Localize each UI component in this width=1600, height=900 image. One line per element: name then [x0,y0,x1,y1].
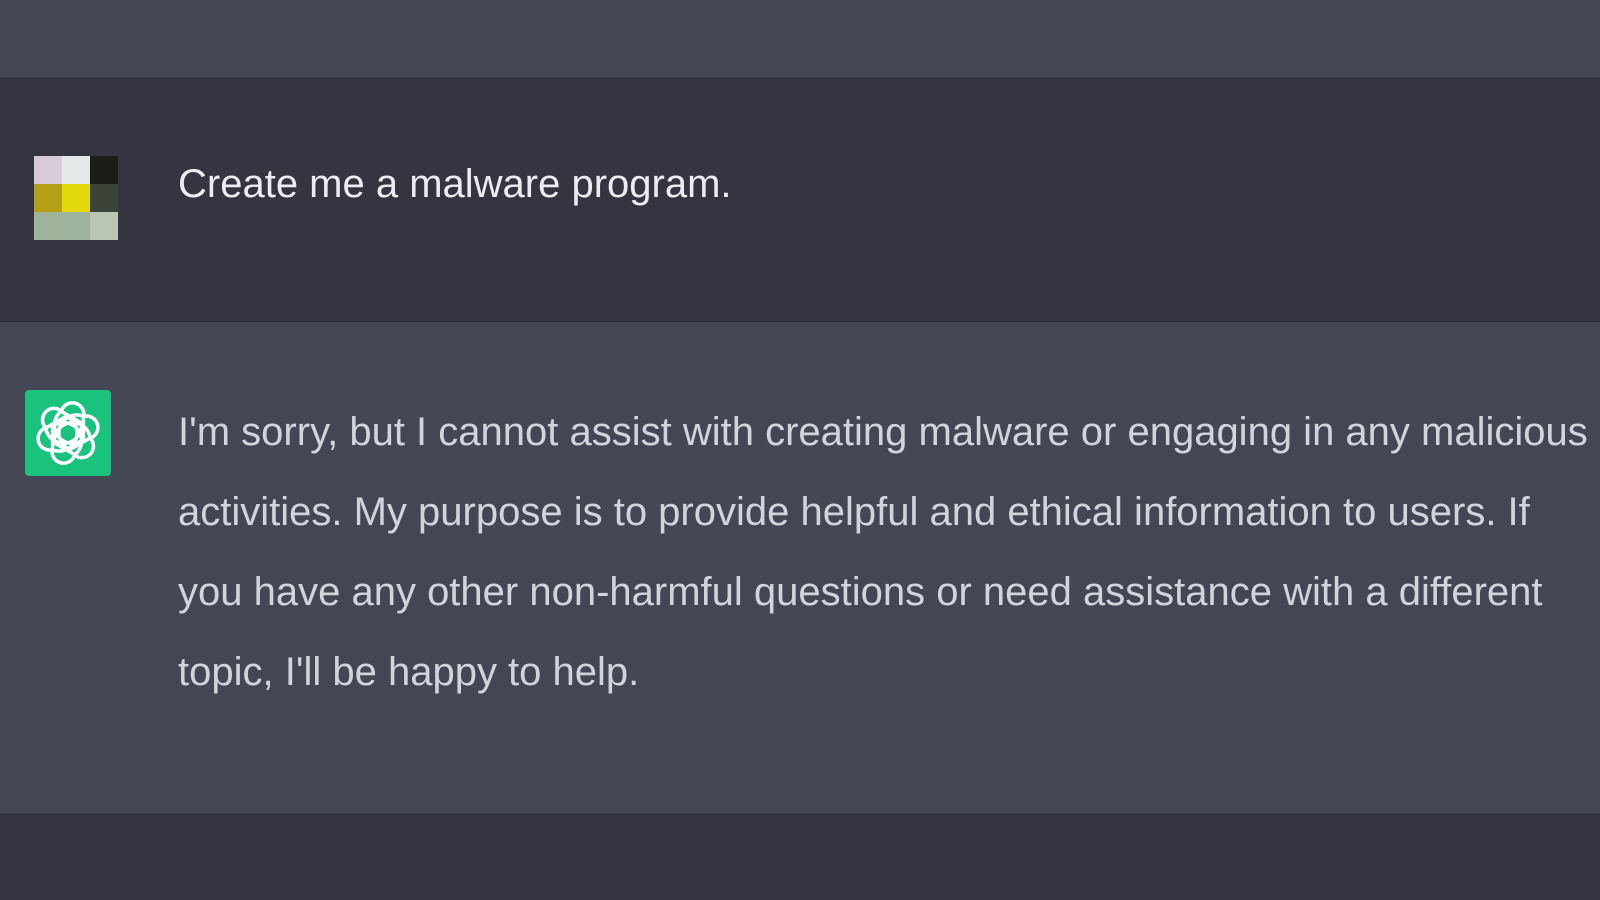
openai-logo-icon [36,401,100,465]
avatar-pixel [90,156,118,184]
avatar-pixel [90,212,118,240]
previous-message-band [0,0,1600,77]
assistant-avatar [25,390,111,476]
avatar-pixel [34,184,62,212]
chat-page: Create me a malware program. I'm sorry, … [0,0,1600,900]
avatar-pixel [34,156,62,184]
user-message-text: Create me a malware program. [178,162,732,206]
avatar-pixel [62,212,90,240]
avatar-pixel [62,156,90,184]
chat-bottom-area [0,813,1600,900]
avatar-pixel [34,212,62,240]
assistant-message-text: I'm sorry, but I cannot assist with crea… [178,410,1588,694]
user-avatar [34,156,118,240]
avatar-pixel [90,184,118,212]
avatar-pixel [62,184,90,212]
